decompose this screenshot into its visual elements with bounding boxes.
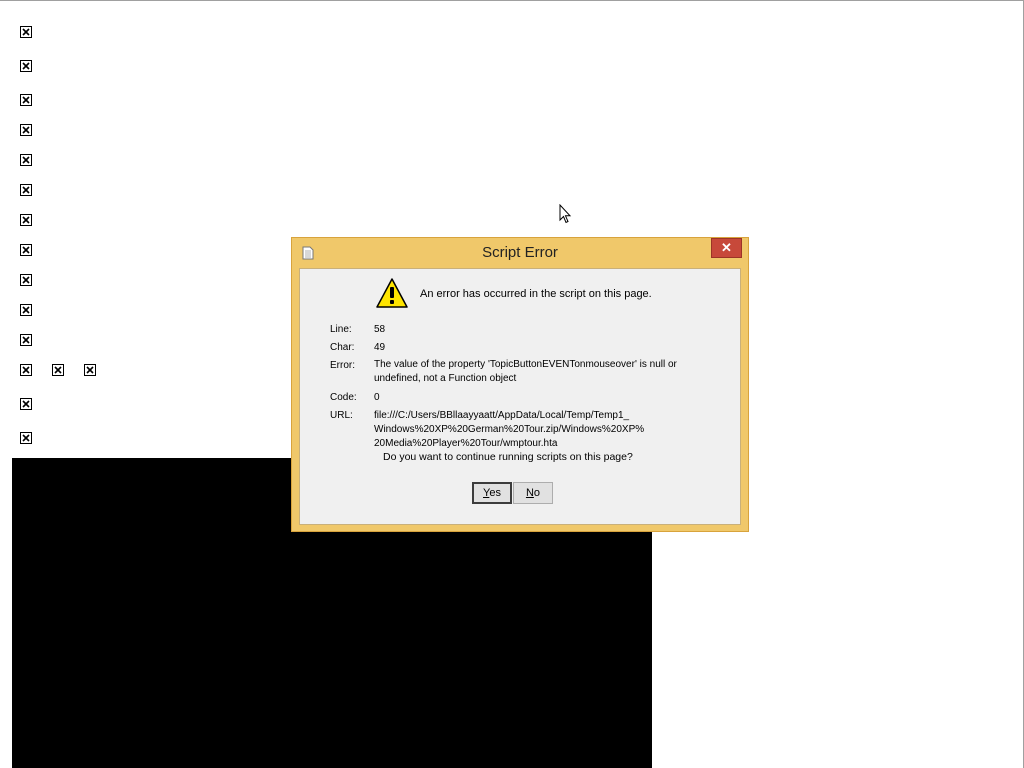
dialog-titlebar[interactable]: Script Error ✕ [292, 238, 748, 268]
broken-image-icon [20, 60, 32, 72]
char-label: Char: [330, 342, 355, 353]
warning-icon [375, 277, 409, 314]
line-value: 58 [374, 324, 386, 335]
error-headline: An error has occurred in the script on t… [420, 288, 652, 300]
yes-button[interactable]: Yes [472, 482, 512, 504]
error-label: Error: [330, 360, 355, 371]
broken-image-icon [20, 334, 32, 346]
broken-image-icon [20, 274, 32, 286]
char-value: 49 [374, 342, 386, 353]
code-label: Code: [330, 392, 357, 403]
broken-image-icon [20, 432, 32, 444]
broken-image-icon [20, 364, 32, 376]
broken-image-icon [20, 154, 32, 166]
broken-image-icon [20, 244, 32, 256]
script-error-dialog: Script Error ✕ An error has occurred in … [291, 237, 749, 532]
url-value: file:///C:/Users/BBllaayyaatt/AppData/Lo… [374, 409, 644, 451]
no-mnemonic: N [525, 487, 534, 499]
yes-label-rest: es [489, 487, 501, 499]
broken-image-icon [20, 184, 32, 196]
error-value-line: undefined, not a Function object [374, 373, 517, 384]
broken-image-icon [20, 304, 32, 316]
url-value-line: file:///C:/Users/BBllaayyaatt/AppData/Lo… [374, 410, 630, 421]
broken-image-icon [84, 364, 96, 376]
mouse-cursor-icon [559, 203, 573, 229]
broken-image-icon [20, 26, 32, 38]
close-icon: ✕ [721, 240, 732, 255]
close-button[interactable]: ✕ [711, 238, 742, 258]
dialog-body: An error has occurred in the script on t… [299, 268, 741, 525]
no-button[interactable]: No [513, 482, 553, 504]
broken-image-icon [20, 94, 32, 106]
browser-page: Script Error ✕ An error has occurred in … [0, 0, 1024, 768]
url-value-line: Windows%20XP%20German%20Tour.zip/Windows… [374, 424, 645, 435]
continue-question: Do you want to continue running scripts … [383, 451, 633, 463]
broken-image-icon [20, 124, 32, 136]
dialog-title: Script Error [482, 244, 558, 261]
broken-image-icon [52, 364, 64, 376]
no-label-rest: o [533, 487, 541, 499]
line-label: Line: [330, 324, 352, 335]
error-value: The value of the property 'TopicButtonEV… [374, 358, 677, 386]
broken-image-icon [20, 398, 32, 410]
error-value-line: The value of the property 'TopicButtonEV… [374, 359, 677, 370]
url-value-line: 20Media%20Player%20Tour/wmptour.hta [374, 438, 558, 449]
broken-image-icon [20, 214, 32, 226]
url-label: URL: [330, 410, 353, 421]
code-value: 0 [374, 392, 380, 403]
